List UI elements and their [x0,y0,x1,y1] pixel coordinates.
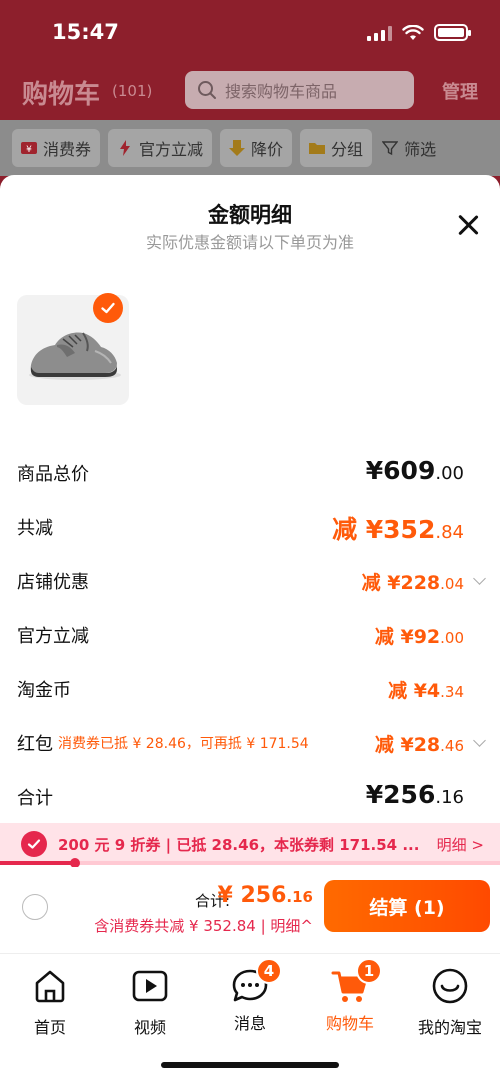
search-input[interactable]: 搜索购物车商品 [185,71,414,109]
tab-my-taobao[interactable]: 我的淘宝 [400,966,500,1038]
select-all-radio[interactable] [22,894,48,920]
svg-text:¥: ¥ [26,145,32,155]
tab-bar: 首页 视频 4 消息 1 购物车 我的淘宝 [0,953,500,1083]
checkout-button[interactable]: 结算 (1) [324,880,490,932]
taojinbi-value: 减 ¥4.34 [388,680,464,702]
folder-icon [309,143,326,154]
row-sum: 合计 ¥256.16 [17,780,464,809]
row-total-price: 商品总价 ¥609.00 [17,456,464,485]
cart-count: (101) [112,82,153,100]
signal-icon [367,25,392,41]
page-title: 购物车 [22,80,101,110]
video-icon [132,970,168,1002]
filter-chip-coupon[interactable]: ¥ 消费券 [12,129,101,167]
status-time: 15:47 [52,20,119,44]
checkout-discount-note[interactable]: 含消费券共减 ¥ 352.84 | 明细^ [94,915,313,936]
sum-value: ¥256.16 [365,780,464,809]
search-placeholder: 搜索购物车商品 [225,82,338,101]
home-icon [35,970,65,1003]
filter-chip-official[interactable]: 官方立减 [108,129,213,167]
filter-icon [382,141,399,156]
message-badge: 4 [256,958,282,984]
product-thumbnail[interactable] [17,293,129,405]
search-icon [198,81,216,99]
official-discount-value: 减 ¥92.00 [374,626,464,648]
down-arrow-icon [229,140,246,156]
amount-detail-sheet: 金额明细 实际优惠金额请以下单页为准 商品总价 ¥609.00 共减 减 ¥35… [0,175,500,1083]
tab-video[interactable]: 视频 [100,966,200,1038]
coupon-detail-link[interactable]: 明细 > [437,834,484,855]
cart-badge: 1 [356,958,382,984]
ticket-icon: ¥ [21,142,37,155]
total-discount-value: 减 ¥352.84 [332,515,464,544]
product-selected-check-icon[interactable] [93,293,123,323]
home-indicator [161,1062,339,1068]
tab-home[interactable]: 首页 [0,966,100,1038]
store-discount-value: 减 ¥228.04 [361,572,464,594]
checkout-total-value: ¥ 256.16 [217,883,313,908]
close-icon[interactable] [454,211,482,239]
chevron-down-icon[interactable] [473,734,486,747]
tab-cart[interactable]: 1 购物车 [300,958,400,1034]
coupon-progress-bar [0,858,500,868]
filter-chip-filter[interactable]: 筛选 [380,129,438,167]
lightning-icon [120,140,131,156]
status-bar: 15:47 [0,0,500,64]
sheet-title: 金额明细 [208,203,292,227]
manage-button[interactable]: 管理 [442,78,478,104]
battery-icon [434,24,471,41]
coupon-check-icon[interactable] [21,831,47,857]
wifi-icon [402,24,424,40]
filter-chip-group[interactable]: 分组 [300,129,373,167]
filter-chip-pricedrop[interactable]: 降价 [220,129,293,167]
red-packet-value: 减 ¥28.46 [374,734,464,756]
total-price-value: ¥609.00 [365,456,464,485]
cart-header: 购物车 (101) 搜索购物车商品 管理 [0,68,500,114]
row-taojinbi: 淘金币 减 ¥4.34 [0,668,500,708]
sheet-subtitle: 实际优惠金额请以下单页为准 [145,233,354,252]
checkout-bar: 合计: ¥ 256.16 含消费券共减 ¥ 352.84 | 明细^ 结算 (1… [0,867,500,953]
chevron-down-icon[interactable] [473,572,486,585]
coupon-text: 200 元 9 折券 | 已抵 28.46，本张券剩 171.54 ... [58,836,420,854]
row-store-discount[interactable]: 店铺优惠 减 ¥228.04 [0,560,500,600]
row-red-packet[interactable]: 红包 消费券已抵 ¥ 28.46，可再抵 ¥ 171.54 减 ¥28.46 [0,722,500,762]
smile-icon [432,968,468,1004]
row-official-discount: 官方立减 减 ¥92.00 [0,614,500,654]
row-total-discount: 共减 减 ¥352.84 [0,506,500,546]
filter-bar: ¥ 消费券 官方立减 降价 分组 筛选 [0,120,500,176]
red-packet-note: 消费券已抵 ¥ 28.46，可再抵 ¥ 171.54 [58,736,309,752]
tab-messages[interactable]: 4 消息 [200,958,300,1034]
